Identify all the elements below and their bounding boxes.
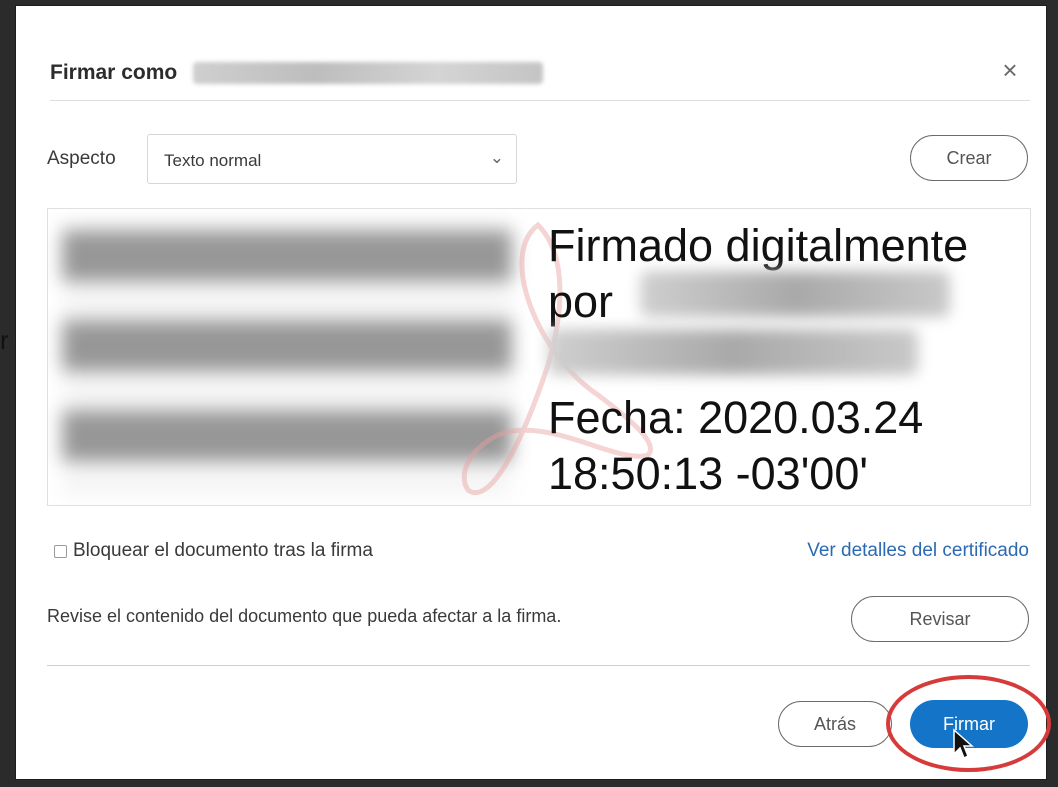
lock-document-option[interactable]: Bloquear el documento tras la firma (54, 540, 373, 562)
review-button[interactable]: Revisar (851, 596, 1029, 642)
signature-date-line: Fecha: 2020.03.24 (548, 392, 924, 443)
dialog-header: Firmar como (50, 58, 544, 88)
signature-text-line-1: Firmado digitalmente (548, 220, 969, 271)
signer-name-inline-redacted-2 (548, 329, 918, 375)
aspect-dropdown[interactable]: Texto normal ⌄ (147, 134, 517, 184)
aspect-selected-value: Texto normal (164, 151, 262, 170)
background-window-text: r (0, 325, 9, 355)
sign-dialog: Firmar como × Aspecto Texto normal ⌄ Cre… (16, 6, 1051, 779)
lock-document-label[interactable]: Bloquear el documento tras la firma (73, 540, 373, 562)
signer-name-redacted (193, 62, 544, 84)
signature-time-line: 18:50:13 -03'00' (548, 448, 868, 499)
certificate-details-link[interactable]: Ver detalles del certificado (807, 540, 1029, 562)
back-button[interactable]: Atrás (778, 701, 892, 747)
lock-document-checkbox[interactable] (54, 544, 67, 558)
aspect-label: Aspecto (47, 148, 116, 169)
dialog-title: Firmar como (50, 61, 178, 84)
chevron-down-icon: ⌄ (489, 148, 504, 167)
create-button[interactable]: Crear (910, 135, 1028, 181)
signature-preview: Firmado digitalmente por Fecha: 2020.03.… (47, 208, 1031, 506)
header-divider (50, 100, 1030, 101)
close-button[interactable]: × (996, 56, 1024, 84)
mouse-pointer-icon (953, 728, 974, 760)
signature-text-line-2: por (548, 276, 614, 327)
footer-divider (47, 665, 1030, 666)
signer-name-inline-redacted-1 (640, 271, 950, 317)
review-description: Revise el contenido del documento que pu… (47, 606, 562, 626)
